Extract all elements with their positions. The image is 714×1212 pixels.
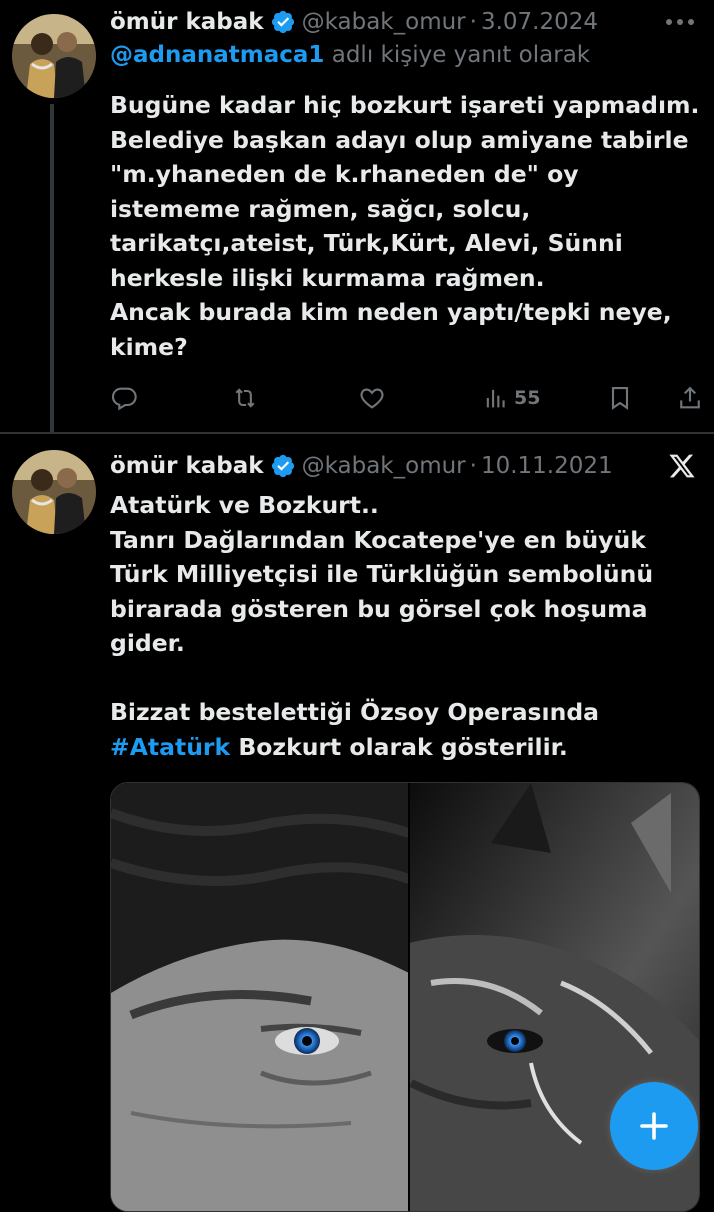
views-button[interactable]: 55 (482, 380, 540, 416)
reply-button[interactable] (110, 380, 138, 416)
tweet-text-line: Tanrı Dağlarından Kocatepe'ye en büyük (110, 525, 646, 554)
tweet-text-line: gider. (110, 629, 185, 657)
tweet-text-line: "m.yhaneden de k.rhaneden de" oy (110, 160, 579, 188)
bookmark-button[interactable] (606, 380, 634, 416)
tweet-text-line: birarada gösteren bu görsel çok hoşuma (110, 594, 648, 623)
tweet-actions: 55 (110, 380, 706, 416)
tweet-text-line: Bizzat bestelettiği Özsoy Operasında (110, 698, 600, 726)
views-count: 55 (514, 387, 541, 409)
tweet-header: ömür kabak @kabak_omur · 3.07.2024 (110, 2, 694, 42)
tweet-text-line: Atatürk ve Bozkurt.. (110, 491, 379, 519)
tweet-text-line: Bugüne kadar hiç bozkurt işareti yapmadı… (110, 91, 700, 119)
avatar[interactable] (12, 450, 96, 534)
separator-dot: · (469, 9, 477, 35)
tweet-text-line: kime? (110, 332, 188, 361)
retweet-icon (235, 388, 255, 408)
compose-button[interactable] (610, 1082, 698, 1170)
tweet-text-line: Belediye başkan adayı olup amiyane tabir… (110, 125, 689, 154)
reply-context: @adnanatmaca1 adlı kişiye yanıt olarak (110, 42, 590, 68)
plus-icon (640, 1112, 668, 1140)
like-button[interactable] (358, 380, 386, 416)
avatar[interactable] (12, 14, 96, 98)
tweet-text: Bugüne kadar hiç bozkurt işareti yapmadı… (110, 88, 700, 364)
reply-icon (111, 387, 137, 411)
hashtag-link[interactable]: #Atatürk (110, 733, 230, 761)
more-icon[interactable] (666, 16, 696, 28)
reply-context-text: adlı kişiye yanıt olarak (331, 42, 591, 68)
author-handle[interactable]: @kabak_omur (302, 9, 466, 35)
like-icon (360, 388, 384, 409)
share-button[interactable] (676, 380, 704, 416)
tweet-text-line: tarikatçı,ateist, Türk,Kürt, Alevi, Sünn… (110, 229, 623, 257)
verified-badge-icon (270, 453, 296, 479)
tweet-text-line: istememe rağmen, sağcı, solcu, (110, 194, 531, 223)
retweet-button[interactable] (230, 380, 260, 416)
tweet-reply[interactable]: ömür kabak @kabak_omur · 3.07.2024 @adna… (0, 0, 714, 432)
tweet-photo[interactable] (110, 782, 700, 1212)
author-name[interactable]: ömür kabak (110, 453, 264, 479)
author-name[interactable]: ömür kabak (110, 9, 264, 35)
tweet-date[interactable]: 10.11.2021 (481, 453, 613, 479)
thread-line (50, 104, 54, 432)
author-handle[interactable]: @kabak_omur (302, 453, 466, 479)
tweet-text-line: herkesle ilişki kurmama rağmen. (110, 263, 545, 292)
tweet-text-segment: Bozkurt olarak gösterilir. (230, 732, 568, 761)
reply-mention-link[interactable]: @adnanatmaca1 (110, 42, 324, 68)
tweet-text: Atatürk ve Bozkurt.. Tanrı Dağlarından K… (110, 488, 700, 764)
separator-dot: · (469, 453, 477, 479)
bookmark-icon (611, 387, 629, 410)
x-logo-icon[interactable] (668, 452, 696, 480)
tweet-header: ömür kabak @kabak_omur · 10.11.2021 (110, 446, 634, 486)
tweet-text-line: Türk Milliyetçisi ile Türklüğün sembolün… (110, 560, 654, 588)
tweet-text-line-hashtag: #Atatürk Bozkurt olarak gösterilir. (110, 730, 700, 765)
views-icon (486, 389, 505, 408)
tweet-text-line (110, 661, 700, 696)
verified-badge-icon (270, 9, 296, 35)
tweet-date[interactable]: 3.07.2024 (481, 9, 598, 35)
tweet-text-line: Ancak burada kim neden yaptı/tepki neye, (110, 298, 672, 326)
share-icon (680, 386, 700, 409)
